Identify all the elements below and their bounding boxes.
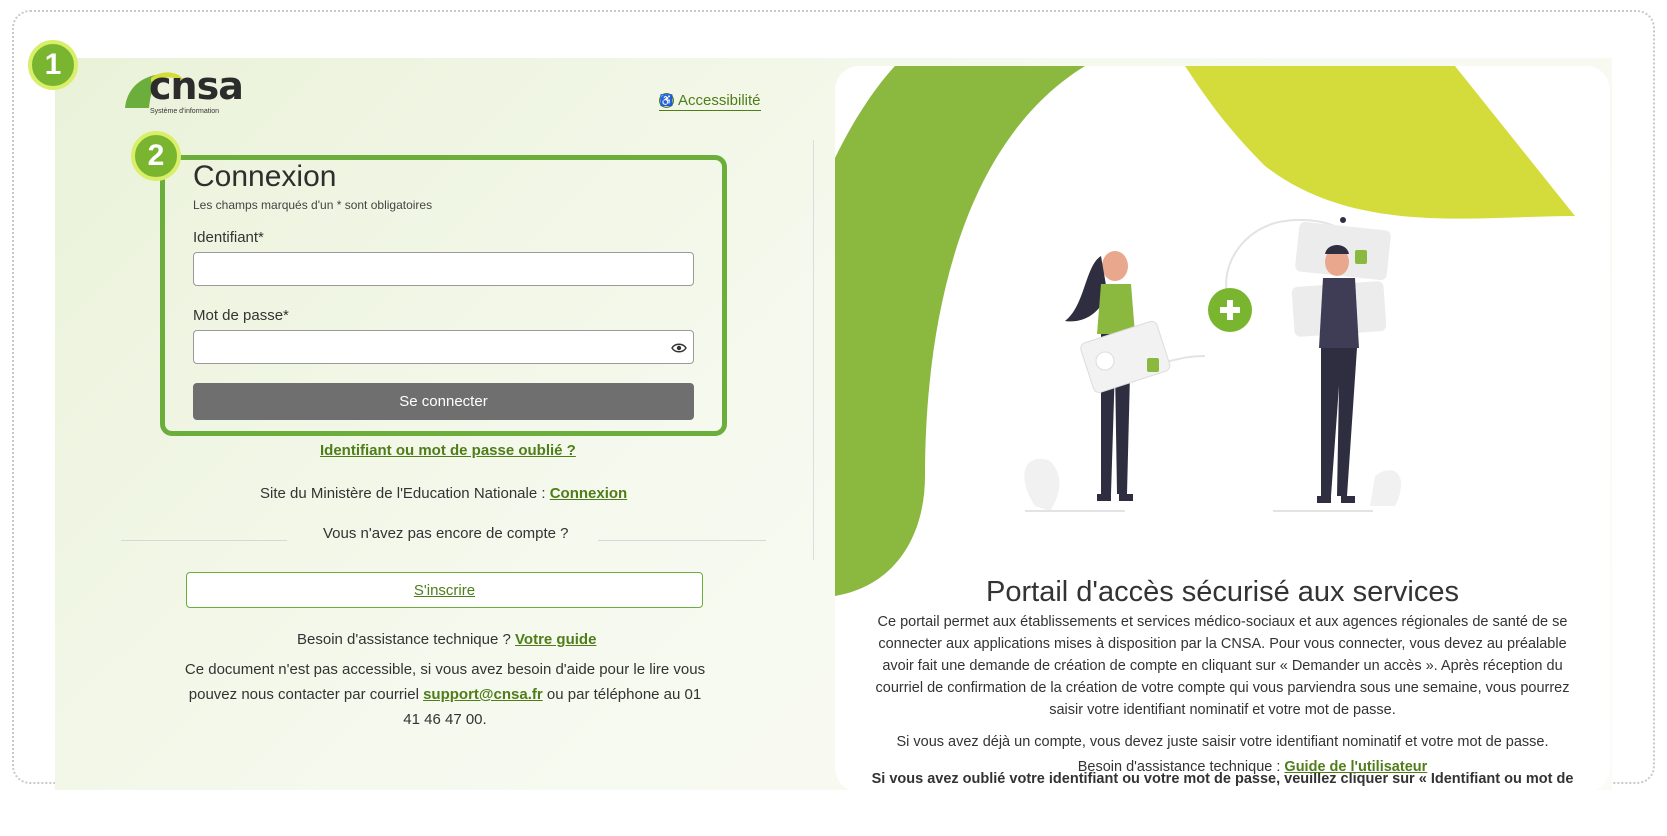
support-email-link[interactable]: support@cnsa.fr — [423, 686, 543, 703]
eye-icon[interactable] — [671, 342, 687, 354]
callout-badge-2: 2 — [131, 131, 181, 181]
portal-illustration — [835, 66, 1575, 596]
accessibility-link[interactable]: ♿ Accessibilité — [659, 92, 761, 111]
assistance-text: Besoin d'assistance technique ? — [297, 631, 516, 648]
password-input[interactable] — [193, 330, 694, 364]
required-fields-note: Les champs marqués d'un * sont obligatoi… — [193, 198, 433, 212]
portal-assist-text: Besoin d'assistance technique : — [1077, 759, 1285, 775]
divider-right — [598, 540, 766, 541]
accessibility-icon: ♿ — [659, 93, 674, 108]
logo-wordmark: cnsa — [149, 64, 244, 108]
user-guide-link[interactable]: Votre guide — [515, 631, 596, 648]
portal-info-card: Portail d'accès sécurisé aux services Ce… — [835, 66, 1610, 792]
accessibility-label: Accessibilité — [678, 92, 761, 109]
no-account-prompt: Vous n'avez pas encore de compte ? — [323, 525, 569, 542]
portal-existing-account: Si vous avez déjà un compte, vous devez … — [896, 734, 1549, 750]
divider-left — [121, 540, 287, 541]
ministere-line: Site du Ministère de l'Education Nationa… — [260, 485, 627, 502]
portal-description: Ce portail permet aux établissements et … — [875, 614, 1570, 718]
identifier-input[interactable] — [193, 252, 694, 286]
portal-user-guide-link[interactable]: Guide de l'utilisateur — [1284, 759, 1427, 775]
portal-title: Portail d'accès sécurisé aux services — [986, 576, 1459, 608]
ministere-text: Site du Ministère de l'Education Nationa… — [260, 485, 550, 502]
signup-button[interactable]: S'inscrire — [186, 572, 703, 608]
page-title: Connexion — [193, 160, 337, 193]
identifier-label: Identifiant* — [193, 229, 264, 246]
vertical-divider — [813, 140, 814, 560]
accessibility-notice: Ce document n'est pas accessible, si vou… — [180, 657, 710, 732]
logo-subtitle: Système d'information — [150, 108, 220, 115]
login-button[interactable]: Se connecter — [193, 383, 694, 420]
portal-assistance: Besoin d'assistance technique : Guide de… — [865, 759, 1640, 775]
callout-badge-1: 1 — [28, 40, 78, 90]
password-label: Mot de passe* — [193, 307, 289, 324]
assistance-line: Besoin d'assistance technique ? Votre gu… — [297, 631, 596, 648]
ministere-connexion-link[interactable]: Connexion — [550, 485, 628, 502]
forgot-credentials-link[interactable]: Identifiant ou mot de passe oublié ? — [320, 442, 576, 459]
signup-label: S'inscrire — [413, 581, 476, 599]
